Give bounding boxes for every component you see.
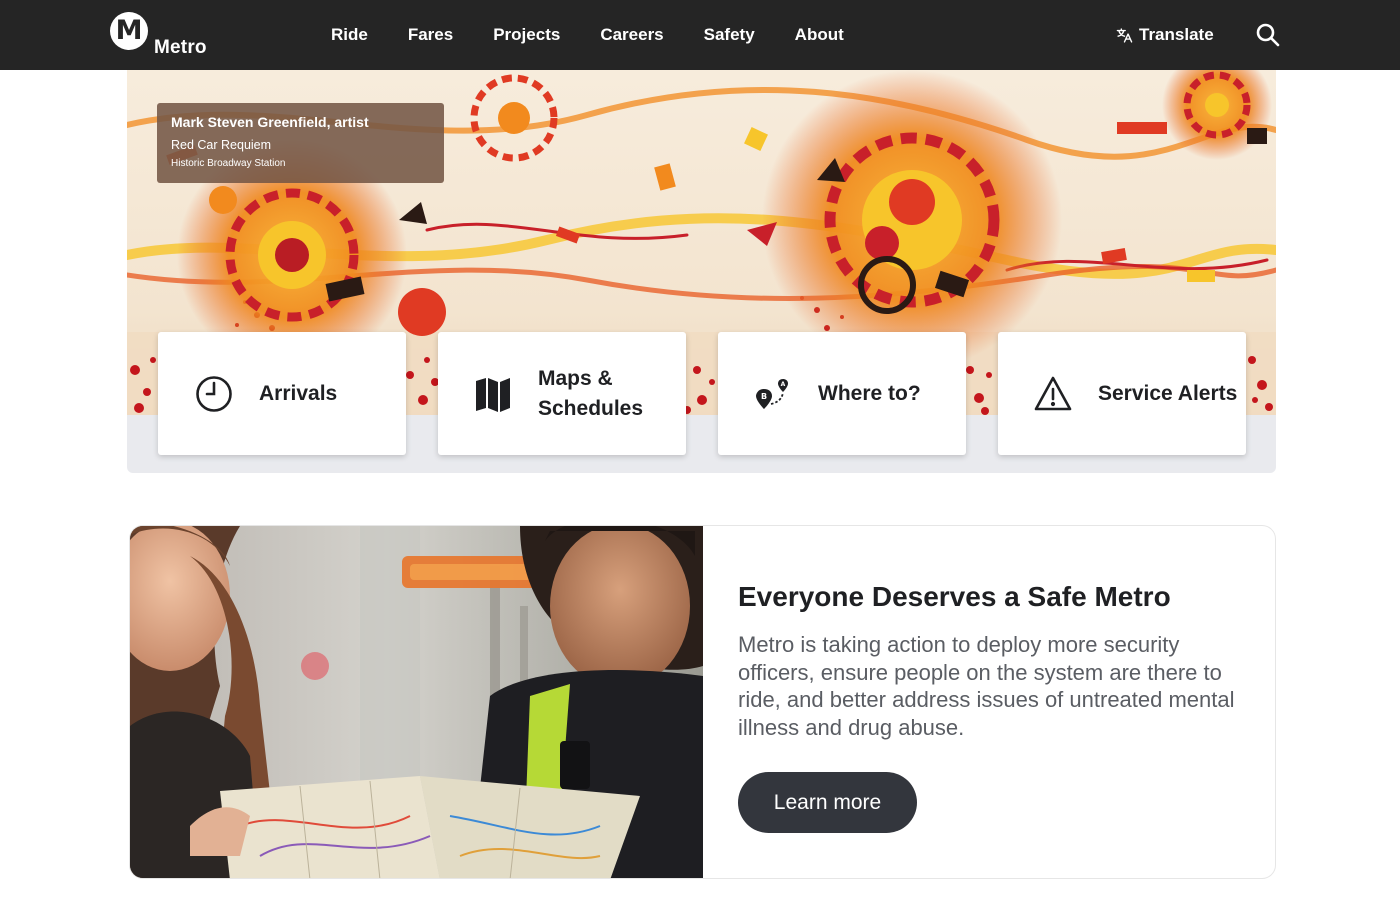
metro-logo-letter: M — [115, 15, 143, 46]
clock-icon — [196, 376, 232, 412]
metro-logo[interactable]: M Metro — [110, 12, 220, 62]
nav-careers[interactable]: Careers — [600, 25, 663, 45]
safety-feature-card: Everyone Deserves a Safe Metro Metro is … — [129, 525, 1276, 879]
quick-link-maps-schedules[interactable]: Maps & Schedules — [438, 332, 686, 455]
route-pin-label-a: A — [781, 381, 786, 388]
learn-more-button[interactable]: Learn more — [738, 772, 917, 833]
quick-link-label: Maps & Schedules — [538, 367, 644, 420]
caption-station: Historic Broadway Station — [171, 158, 286, 169]
officer-and-rider-photo — [130, 526, 703, 878]
nav-ride[interactable]: Ride — [331, 25, 368, 45]
warning-icon — [1034, 376, 1072, 411]
map-icon — [476, 378, 510, 412]
nav-fares[interactable]: Fares — [408, 25, 453, 45]
nav-about[interactable]: About — [795, 25, 844, 45]
quick-link-label: Service Alerts — [1098, 382, 1238, 405]
quick-link-label: Arrivals — [259, 382, 338, 405]
site-header: M Metro Ride Fares Projects Careers Safe… — [0, 0, 1400, 70]
metro-logo-mark: M — [110, 12, 148, 50]
quick-link-where-to[interactable]: B A Where to? — [718, 332, 966, 455]
translate-label: Translate — [1139, 25, 1214, 44]
feature-photo — [130, 526, 703, 878]
artwork-caption: Mark Steven Greenfield, artist Red Car R… — [157, 103, 444, 183]
main-nav: Ride Fares Projects Careers Safety About — [331, 0, 884, 70]
caption-title: Red Car Requiem — [171, 138, 272, 152]
nav-safety[interactable]: Safety — [704, 25, 755, 45]
quick-link-label: Where to? — [818, 382, 921, 405]
hero-section: Mark Steven Greenfield, artist Red Car R… — [127, 70, 1276, 473]
caption-artist: Mark Steven Greenfield, artist — [171, 114, 369, 130]
quick-link-service-alerts[interactable]: Service Alerts — [998, 332, 1246, 455]
route-pin-label-b: B — [761, 392, 767, 401]
translate-icon — [1116, 27, 1133, 43]
translate-button[interactable]: Translate — [1116, 22, 1214, 48]
feature-body: Metro is taking action to deploy more se… — [738, 632, 1235, 740]
quick-link-arrivals[interactable]: Arrivals — [158, 332, 406, 455]
metro-logo-text: Metro — [154, 37, 207, 58]
nav-projects[interactable]: Projects — [493, 25, 560, 45]
route-pin-icon: B A — [756, 379, 788, 409]
search-icon[interactable] — [1255, 22, 1281, 48]
feature-title: Everyone Deserves a Safe Metro — [738, 581, 1171, 612]
